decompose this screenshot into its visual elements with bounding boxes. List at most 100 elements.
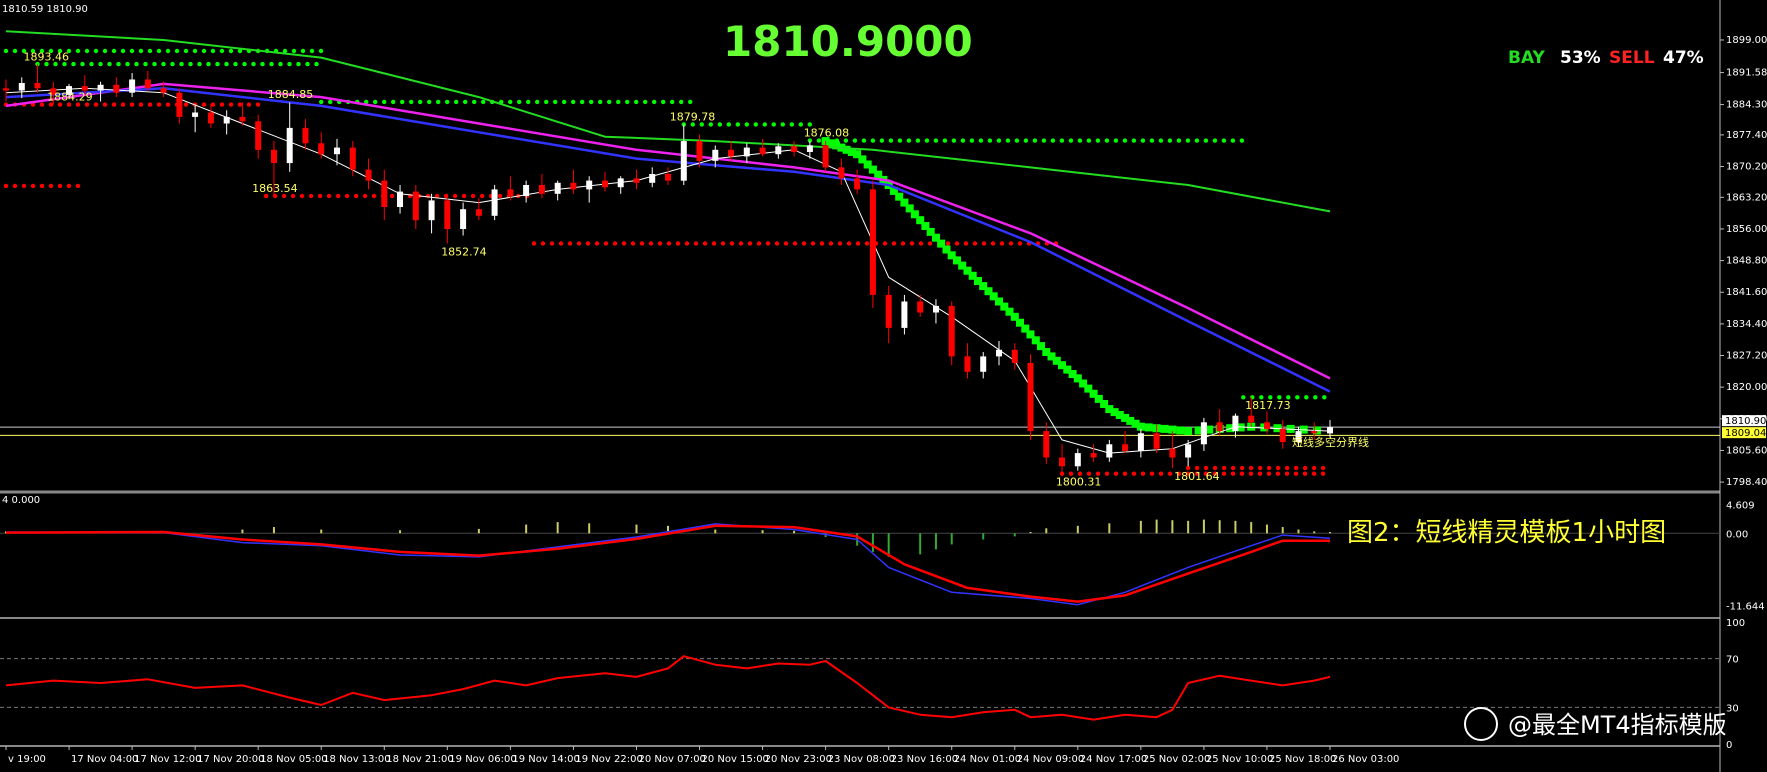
- support-dot: [1302, 465, 1308, 471]
- support-dot: [335, 193, 341, 199]
- y-tick-label: 1863.20: [1726, 192, 1767, 203]
- support-dot: [630, 241, 636, 246]
- x-tick-label: 17 Nov 04:00: [71, 754, 138, 765]
- candle-body: [1122, 444, 1129, 451]
- candle-body: [696, 141, 703, 161]
- candle-body: [1311, 431, 1318, 434]
- resistance-dot: [98, 61, 103, 67]
- resistance-dot: [125, 61, 130, 67]
- candle-body: [1011, 349, 1018, 363]
- resistance-dot: [753, 122, 758, 127]
- y-tick-label: 1877.40: [1726, 130, 1767, 141]
- support-dot: [810, 241, 816, 246]
- resistance-dot: [951, 138, 957, 143]
- support-dot: [540, 241, 546, 246]
- resistance-dot: [1176, 138, 1182, 143]
- support-dot: [1122, 471, 1128, 476]
- support-dot: [621, 241, 627, 246]
- support-dot: [165, 102, 171, 107]
- candle-body: [302, 127, 309, 144]
- support-dot: [837, 241, 843, 246]
- support-dot: [603, 241, 609, 246]
- candle-body: [507, 189, 514, 196]
- resistance-dot: [1167, 138, 1173, 143]
- support-dot: [765, 241, 771, 246]
- support-dot: [927, 241, 933, 246]
- resistance-dot: [445, 99, 450, 105]
- rsi-y-tick-label: 30: [1726, 703, 1739, 714]
- resistance-dot: [1059, 138, 1065, 143]
- resistance-dot: [454, 99, 459, 105]
- resistance-dot: [1194, 138, 1200, 143]
- resistance-dot: [291, 48, 297, 54]
- support-dot: [999, 241, 1005, 246]
- resistance-dot: [1122, 138, 1128, 143]
- support-dot: [1248, 465, 1254, 471]
- resistance-dot: [179, 61, 184, 67]
- resistance-dot: [870, 138, 876, 143]
- resistance-dot: [210, 48, 216, 54]
- x-tick-label: 19 Nov 06:00: [449, 754, 516, 765]
- candle-body: [318, 143, 325, 155]
- support-dot: [1008, 241, 1014, 246]
- resistance-dot: [625, 99, 630, 105]
- resistance-dot: [571, 99, 576, 105]
- x-tick-label: 24 Nov 09:00: [1017, 754, 1084, 765]
- current-price-tag-text: 1810.90: [1725, 416, 1766, 427]
- support-dot: [711, 241, 717, 246]
- resistance-dot: [296, 61, 301, 67]
- support-dot: [57, 183, 63, 189]
- resistance-dot: [251, 61, 256, 67]
- x-tick-label: 20 Nov 15:00: [702, 754, 769, 765]
- candle-body: [239, 116, 246, 122]
- support-dot: [470, 193, 476, 199]
- candle-body: [1137, 433, 1144, 451]
- support-dot: [237, 102, 243, 107]
- support-dot: [945, 241, 951, 246]
- resistance-dot: [143, 61, 148, 67]
- resistance-dot: [481, 99, 486, 105]
- candle-body: [113, 84, 120, 93]
- x-tick-label: 25 Nov 18:00: [1269, 754, 1336, 765]
- candle-body: [1027, 363, 1034, 432]
- support-dot: [909, 241, 915, 246]
- candle-body: [475, 209, 482, 216]
- support-dot: [317, 193, 323, 199]
- resistance-dot: [1185, 138, 1191, 143]
- support-dot: [1158, 471, 1164, 476]
- support-dot: [1311, 465, 1317, 471]
- resistance-dot: [152, 61, 157, 67]
- x-tick-label: 18 Nov 13:00: [323, 754, 390, 765]
- resistance-dot: [228, 48, 234, 54]
- resistance-dot: [969, 138, 975, 143]
- support-dot: [479, 193, 485, 199]
- candle-body: [728, 149, 734, 157]
- resistance-dot: [544, 99, 549, 105]
- resistance-dot: [1014, 138, 1020, 143]
- resistance-dot: [1230, 138, 1236, 143]
- resistance-dot: [852, 138, 858, 143]
- x-tick-label: 23 Nov 08:00: [828, 754, 895, 765]
- resistance-dot: [1032, 138, 1038, 143]
- support-dot: [1302, 471, 1308, 476]
- support-dot: [228, 102, 234, 107]
- y-tick-label: 1841.60: [1726, 287, 1767, 298]
- support-dot: [1230, 471, 1236, 476]
- support-dot: [326, 193, 332, 199]
- candle-body: [1074, 453, 1081, 467]
- resistance-dot: [107, 61, 112, 67]
- resistance-dot: [102, 48, 108, 54]
- resistance-dot: [206, 61, 211, 67]
- support-dot: [1221, 471, 1227, 476]
- resistance-dot: [400, 99, 405, 105]
- trading-chart: 1893.46 1884.29 1884.85 1863.54 1852.74 1879.…: [0, 0, 1767, 772]
- figure-caption: 图2：短线精灵模板1小时图: [1347, 518, 1666, 548]
- ladder-step: [1144, 423, 1153, 432]
- support-dot: [801, 241, 807, 246]
- resistance-dot: [269, 61, 274, 67]
- x-tick-label: 24 Nov 17:00: [1080, 754, 1147, 765]
- resistance-dot: [670, 99, 675, 105]
- candle-body: [1059, 457, 1065, 467]
- resistance-dot: [915, 138, 921, 143]
- support-dot: [864, 241, 870, 246]
